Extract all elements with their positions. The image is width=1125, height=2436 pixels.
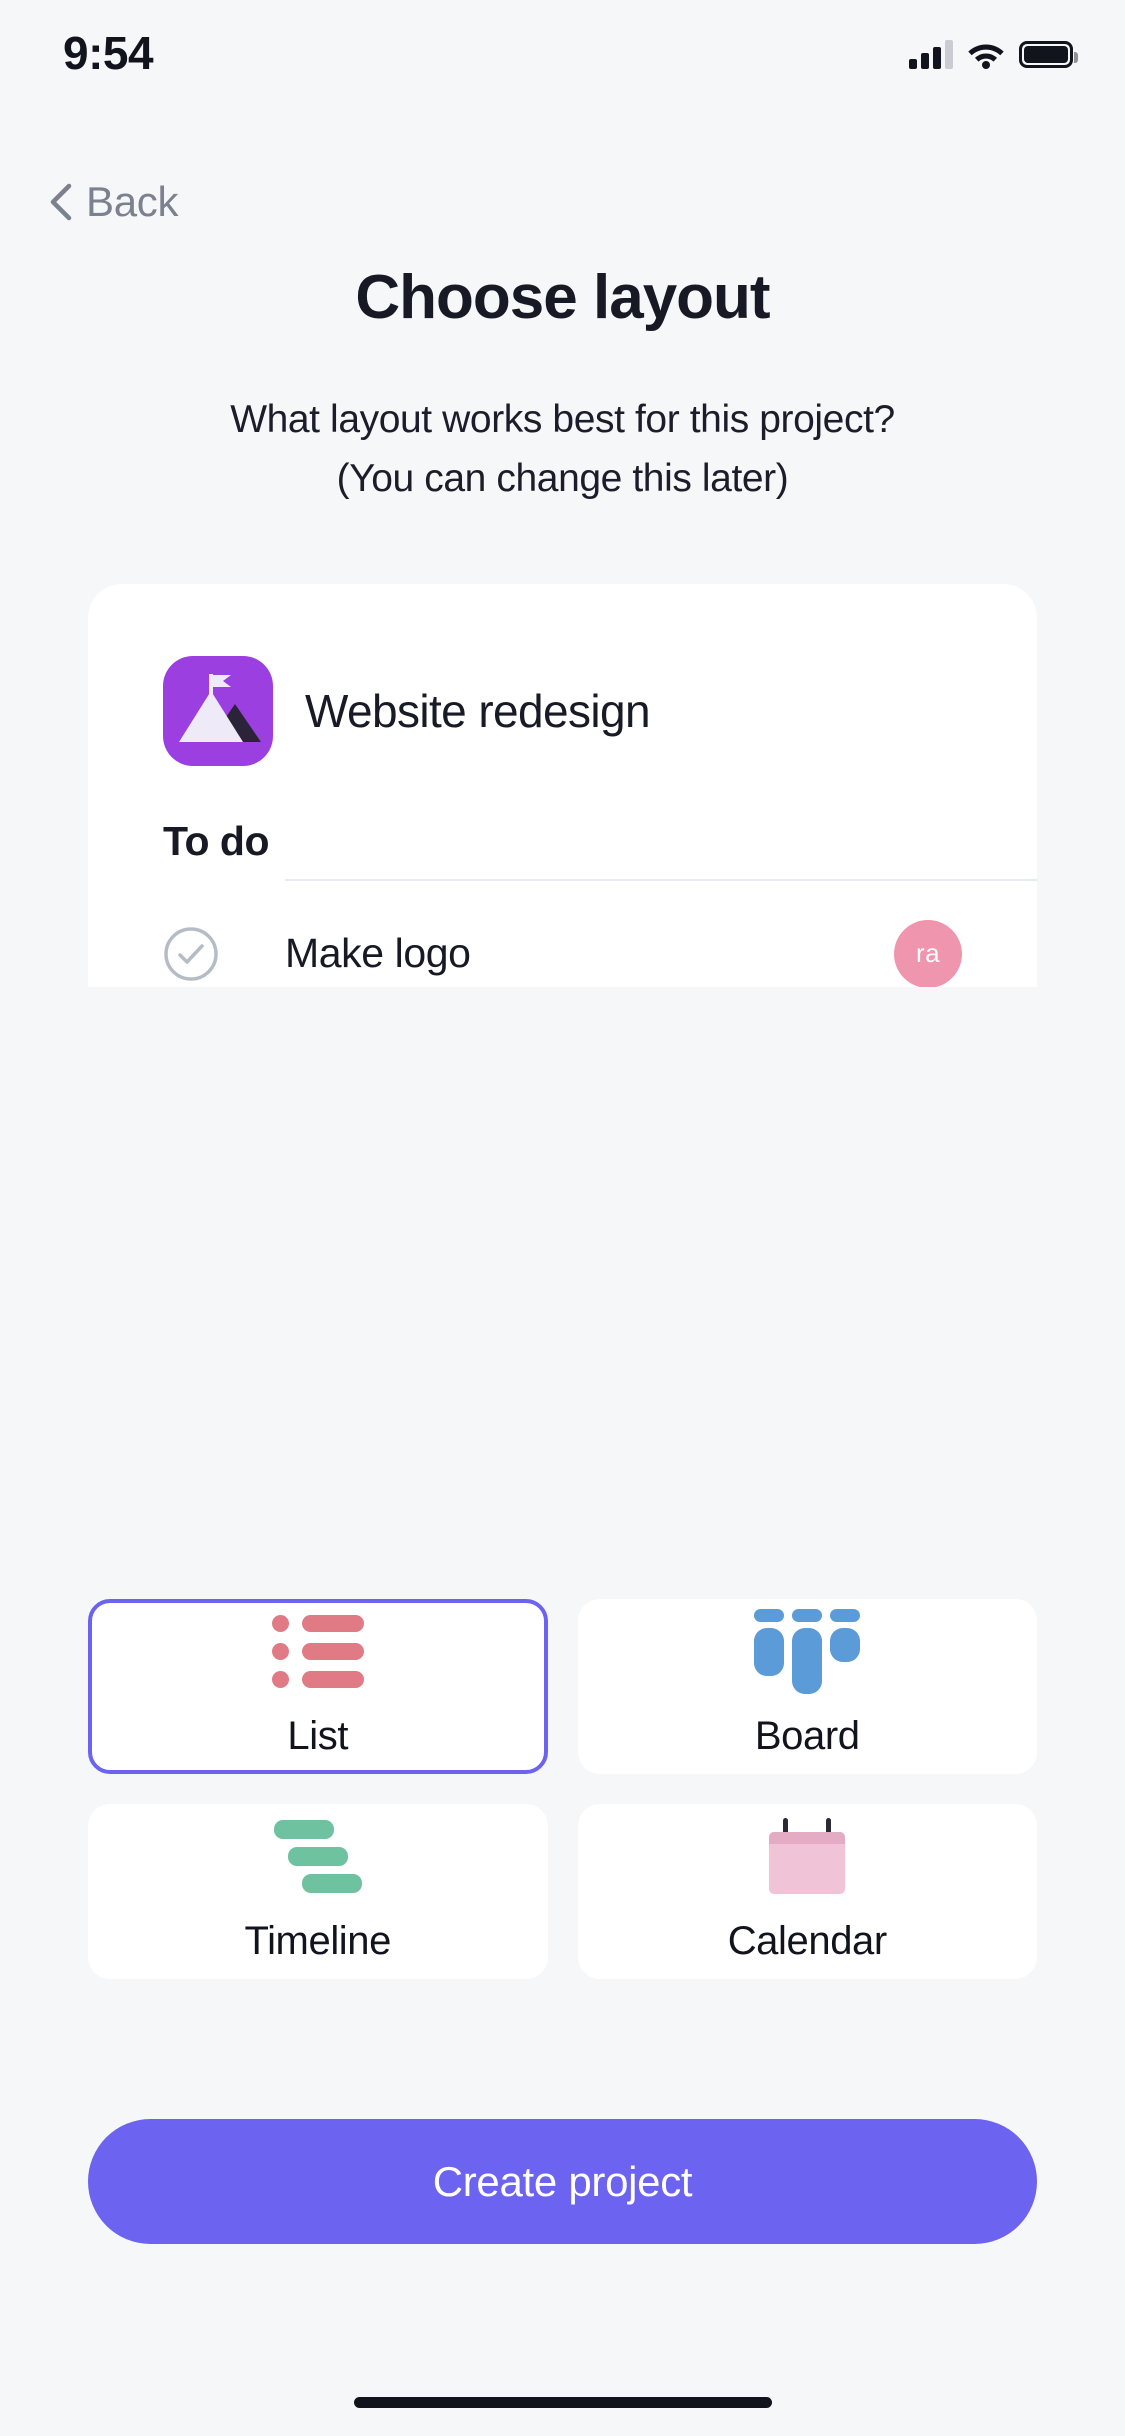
subtitle-line-1: What layout works best for this project?: [230, 398, 895, 441]
project-header: Website redesign: [88, 584, 1037, 766]
layout-option-board[interactable]: Board: [577, 1599, 1037, 1774]
wifi-icon: [967, 39, 1005, 69]
layout-preview-card: Website redesign To do Make logo ra Make…: [88, 584, 1037, 987]
layout-option-label: List: [287, 1714, 349, 1758]
layout-option-label: Board: [754, 1714, 860, 1758]
cellular-signal-icon: [909, 39, 953, 69]
create-project-button[interactable]: Create project: [88, 2119, 1037, 2244]
task-title: Make logo: [285, 930, 471, 976]
layout-option-label: Calendar: [727, 1919, 888, 1963]
check-circle-icon[interactable]: [163, 926, 219, 982]
home-indicator: [353, 2397, 772, 2408]
list-icon: [271, 1614, 364, 1688]
status-icons: [909, 34, 1078, 74]
layout-option-label: Timeline: [244, 1919, 392, 1963]
timeline-icon: [273, 1819, 362, 1893]
layout-option-calendar[interactable]: Calendar: [577, 1804, 1037, 1979]
avatar[interactable]: ra: [894, 919, 962, 987]
status-bar: 9:54: [0, 0, 1125, 132]
table-row[interactable]: Make logo ra: [88, 879, 1037, 987]
status-time: 9:54: [63, 27, 154, 79]
back-button[interactable]: Back: [48, 172, 178, 232]
mountain-flag-icon: [163, 656, 273, 766]
battery-full-icon: [1019, 40, 1078, 68]
calendar-icon: [769, 1818, 846, 1894]
task-list: Make logo ra Make about page ra Task 3 r: [88, 879, 1037, 987]
layout-options-grid: List Board Timeline Calendar: [88, 1599, 1037, 1979]
back-label: Back: [86, 178, 179, 225]
page-subtitle: What layout works best for this project?…: [0, 390, 1125, 508]
layout-option-timeline[interactable]: Timeline: [88, 1804, 548, 1979]
project-name: Website redesign: [305, 685, 651, 737]
page-title: Choose layout: [355, 263, 770, 332]
chevron-left-icon: [48, 182, 74, 222]
layout-option-list[interactable]: List: [88, 1599, 548, 1774]
subtitle-line-2: (You can change this later): [336, 457, 789, 500]
section-title-todo: To do: [163, 818, 270, 864]
board-icon: [754, 1608, 861, 1694]
